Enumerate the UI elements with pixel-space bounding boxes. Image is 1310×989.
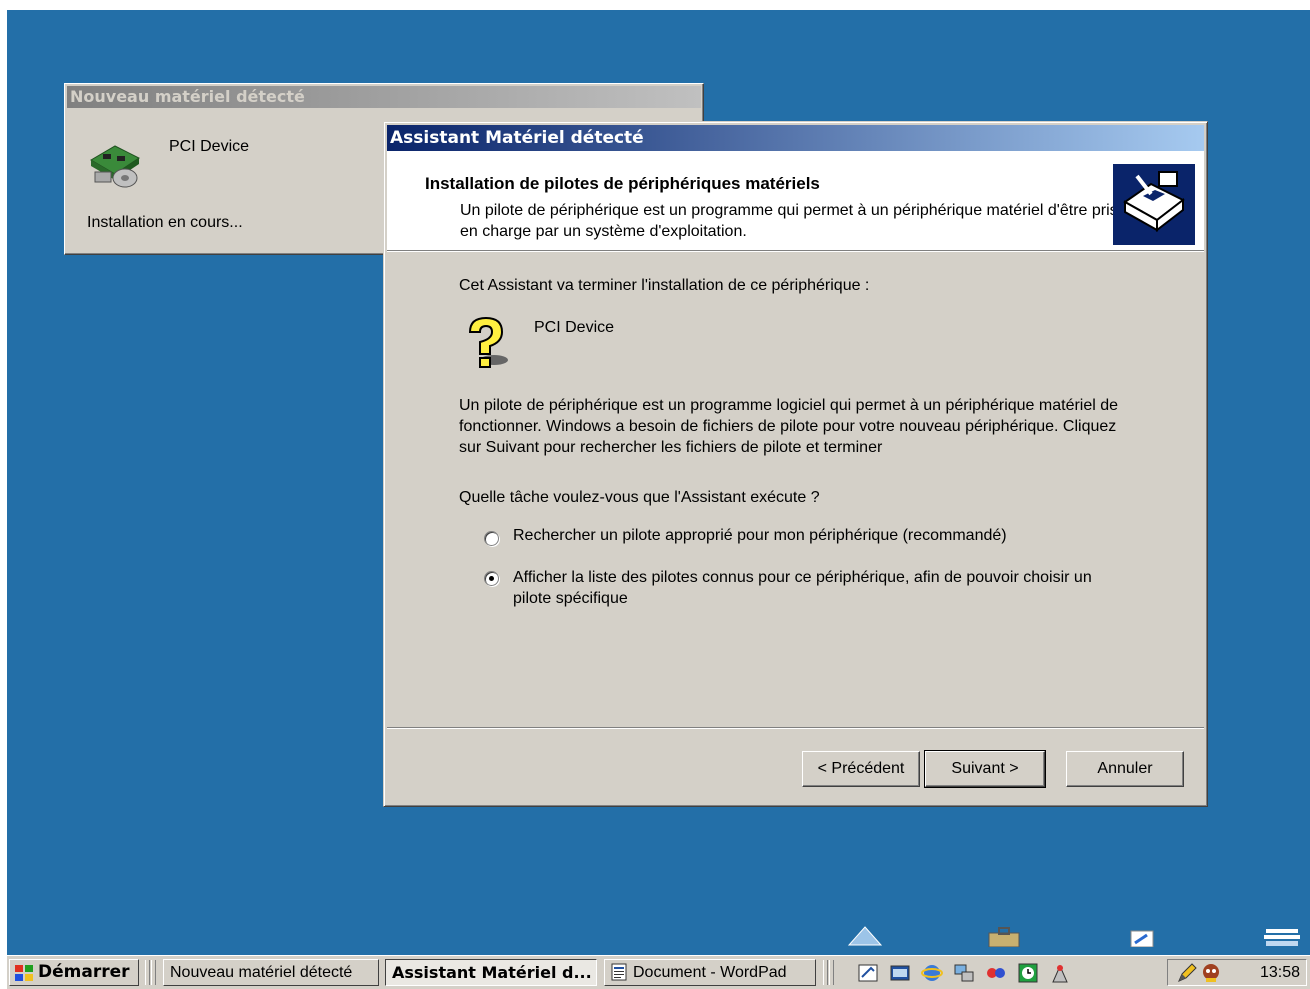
clock[interactable]: 13:58 (1260, 960, 1300, 985)
start-label[interactable]: Démarrer (38, 962, 130, 982)
quicklaunch-grip[interactable] (829, 960, 834, 985)
desktop-icon-briefcase[interactable] (985, 925, 1025, 947)
network-icon[interactable] (953, 962, 975, 984)
driver-description: Un pilote de périphérique est un program… (459, 397, 1119, 456)
task-new-hardware[interactable]: Nouveau matériel détecté (163, 959, 379, 986)
hardware-device-icon (90, 145, 140, 188)
wizard-header: Installation de pilotes de périphériques… (387, 151, 1204, 251)
back-button[interactable]: < Précédent (802, 751, 920, 787)
cancel-button[interactable]: Annuler (1066, 751, 1184, 787)
button-separator (387, 727, 1204, 729)
search-driver-label[interactable]: Rechercher un pilote approprié pour mon … (513, 527, 1007, 545)
terminal-icon[interactable] (889, 962, 911, 984)
show-driver-list-label[interactable]: Afficher la liste des pilotes connus pou… (513, 567, 1124, 609)
taskbar-grip[interactable] (151, 960, 156, 985)
show-desktop-icon[interactable] (857, 962, 879, 984)
search-driver-radio[interactable] (484, 531, 499, 546)
system-tray: 13:58 (1167, 959, 1307, 986)
option-show-driver-list[interactable]: Afficher la liste des pilotes connus pou… (484, 567, 1124, 609)
show-driver-list-radio[interactable] (484, 571, 499, 586)
new-hardware-title[interactable]: Nouveau matériel détecté (67, 86, 701, 108)
intro-text: Cet Assistant va terminer l'installation… (459, 277, 870, 294)
header-subtitle: Un pilote de périphérique est un program… (460, 202, 1118, 240)
clock-app-icon[interactable] (1017, 962, 1039, 984)
taskbar: Démarrer Nouveau matériel détecté Assist… (7, 955, 1310, 989)
bg-device-name: PCI Device (169, 138, 250, 155)
windows-logo-icon (15, 965, 33, 981)
next-button[interactable]: Suivant > (924, 750, 1046, 788)
hardware-wizard-dialog[interactable]: Assistant Matériel détecté Installation … (383, 121, 1208, 807)
desktop-icon-document[interactable] (1125, 925, 1165, 947)
desktop-icon-network[interactable] (845, 925, 885, 947)
agent-icon[interactable] (1200, 962, 1222, 984)
wordpad-task-label[interactable]: Document - WordPad (633, 964, 787, 981)
task-hardware-wizard[interactable]: Assistant Matériel d... (385, 959, 597, 986)
hardware-wizard-icon (1113, 164, 1195, 245)
option-search-driver[interactable]: Rechercher un pilote approprié pour mon … (484, 527, 1007, 546)
taskbar-grip[interactable] (145, 960, 150, 985)
unknown-device-icon (468, 316, 508, 368)
desktop-icon-stack[interactable] (1262, 925, 1302, 947)
wordpad-icon (611, 963, 627, 981)
install-status: Installation en cours... (87, 214, 243, 231)
device-name: PCI Device (534, 319, 615, 336)
wizard-title[interactable]: Assistant Matériel détecté (387, 125, 1204, 151)
header-title: Installation de pilotes de périphériques… (425, 174, 820, 193)
task-wordpad[interactable]: Document - WordPad (604, 959, 816, 986)
tool-icon[interactable] (1049, 962, 1071, 984)
task-question: Quelle tâche voulez-vous que l'Assistant… (459, 489, 820, 506)
pencil-icon[interactable] (1176, 962, 1198, 984)
media-icon[interactable] (985, 962, 1007, 984)
internet-explorer-icon[interactable] (921, 962, 943, 984)
quicklaunch-grip[interactable] (823, 960, 828, 985)
start-button[interactable]: Démarrer (9, 959, 139, 986)
